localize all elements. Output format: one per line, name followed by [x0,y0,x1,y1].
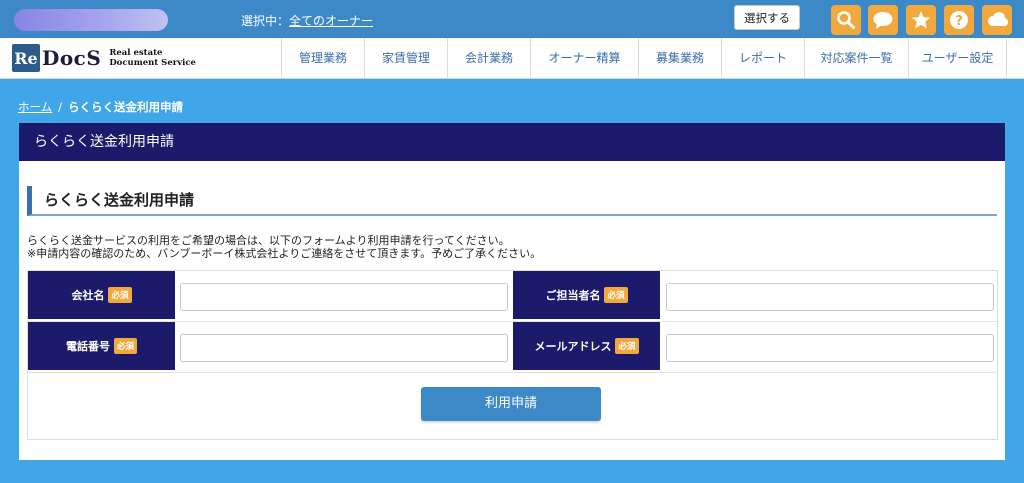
breadcrumb-separator: / [58,100,63,114]
logo-wordmark: DocS [42,46,102,70]
company-label-text: 会社名 [71,289,105,302]
required-badge: 必須 [113,338,137,354]
nav-item-report[interactable]: レポート [721,38,804,78]
required-badge: 必須 [108,287,132,303]
select-owner-button[interactable]: 選択する [734,5,800,30]
nav-item-accounting[interactable]: 会計業務 [447,38,530,78]
contact-name-input[interactable] [666,283,994,311]
cloud-icon [988,12,1008,26]
application-panel: らくらく送金利用申請 らくらく送金利用申請 らくらく送金サービスの利用をご希望の… [19,123,1005,460]
cloud-button[interactable] [982,5,1012,35]
phone-number-input[interactable] [180,334,508,362]
logo-tagline-line2: Document Service [109,58,196,68]
logo-mark: Re [12,44,40,72]
description-line-2: ※申請内容の確認のため、バンブーボーイ株式会社よりご連絡をさせて頂きます。予めご… [27,247,542,260]
required-badge: 必須 [604,287,628,303]
phone-label: 電話番号 必須 [28,322,175,370]
main-navigation: Re DocS Real estate Document Service 管理業… [0,38,1024,79]
application-form: 会社名 必須 ご担当者名 必須 電話番号 必須 メールアドレス 必須 利用申請 [27,270,998,440]
company-label: 会社名 必須 [28,271,175,319]
submit-application-button[interactable]: 利用申請 [421,387,601,421]
help-button[interactable]: ? [944,5,974,35]
section-title: らくらく送金利用申請 [27,186,997,216]
nav-item-user-settings[interactable]: ユーザー設定 [908,38,1007,78]
logo-tagline-line1: Real estate [109,48,163,58]
description: らくらく送金サービスの利用をご希望の場合は、以下のフォームより利用申請を行ってく… [27,234,541,260]
nav-item-rent[interactable]: 家賃管理 [364,38,447,78]
help-icon: ? [950,11,968,29]
owner-link[interactable]: 全てのオーナー [289,14,373,28]
nav-item-management[interactable]: 管理業務 [281,38,364,78]
breadcrumb: ホーム / らくらく送金利用申請 [18,99,183,115]
logo-tagline: Real estate Document Service [109,48,196,68]
contact-label-text: ご担当者名 [545,289,601,302]
search-icon [837,11,855,29]
breadcrumb-current: らくらく送金利用申請 [68,100,184,114]
required-badge: 必須 [615,338,639,354]
phone-label-text: 電話番号 [65,340,110,353]
description-line-1: らくらく送金サービスの利用をご希望の場合は、以下のフォームより利用申請を行ってく… [27,234,510,247]
top-bar: 選択中：全てのオーナー 選択する ? [0,0,1024,38]
email-address-input[interactable] [666,334,994,362]
chat-button[interactable] [868,5,898,35]
selected-owner-info: 選択中：全てのオーナー [241,12,373,29]
company-name-input[interactable] [180,283,508,311]
selecting-label: 選択中： [241,14,290,28]
breadcrumb-home[interactable]: ホーム [18,100,52,114]
svg-text:?: ? [955,14,963,29]
nav-item-owner-settlement[interactable]: オーナー精算 [530,38,638,78]
favorite-button[interactable] [906,5,936,35]
nav-menu: 管理業務 家賃管理 会計業務 オーナー精算 募集業務 レポート 対応案件一覧 ユ… [281,38,1007,78]
email-label: メールアドレス 必須 [513,322,660,370]
email-label-text: メールアドレス [534,340,612,353]
star-icon [911,11,931,29]
user-name-badge [14,9,168,31]
nav-item-cases[interactable]: 対応案件一覧 [804,38,908,78]
row-divider [28,372,997,373]
panel-header: らくらく送金利用申請 [19,123,1005,161]
contact-label: ご担当者名 必須 [513,271,660,319]
redocs-logo[interactable]: Re DocS Real estate Document Service [12,42,196,74]
search-button[interactable] [831,5,861,35]
chat-icon [873,12,893,29]
nav-item-recruitment[interactable]: 募集業務 [638,38,721,78]
